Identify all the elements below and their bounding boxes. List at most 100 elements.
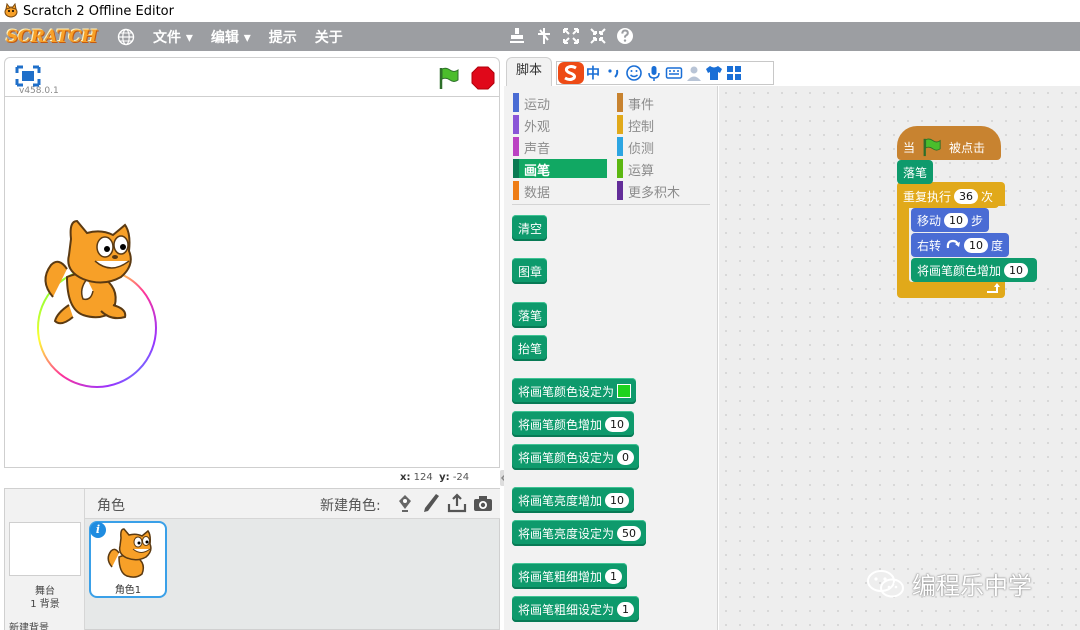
menu-bar: SCRATCH 文件 ▾ 编辑 ▾ 提示 关于: [0, 22, 1080, 51]
version-label: v458.0.1: [19, 86, 59, 96]
sprite-panel: 舞台 1 背景 新建背景 角色 新建角色: i 角色1: [4, 488, 500, 630]
scratch-logo[interactable]: SCRATCH: [6, 27, 97, 47]
shrink-icon[interactable]: [589, 26, 607, 46]
stage-selector[interactable]: 舞台 1 背景 新建背景: [5, 489, 85, 630]
category-label: 声音: [524, 142, 551, 157]
pen-color-change-input[interactable]: 10: [1004, 262, 1029, 278]
microphone-icon[interactable]: [645, 64, 663, 82]
ime-language[interactable]: 中: [586, 63, 600, 83]
block-label: 落笔: [518, 308, 543, 323]
paint-new-sprite-icon[interactable]: [421, 492, 441, 514]
block-set-pen-size[interactable]: 将画笔粗细设定为 1: [512, 596, 640, 622]
category-color-bar: [617, 93, 623, 112]
stage-thumbnail[interactable]: [9, 522, 81, 576]
menu-tips[interactable]: 提示: [269, 27, 297, 47]
script-area[interactable]: 当 被点击 落笔 重复执行 36 次 移动 10 步 右转 10 度 将画笔颜色…: [719, 86, 1080, 630]
keyboard-icon[interactable]: [665, 64, 683, 82]
block-number-input[interactable]: 50: [617, 525, 642, 541]
block-label: 将画笔亮度增加: [518, 493, 603, 508]
category-motion[interactable]: 运动: [513, 93, 607, 113]
stage-canvas[interactable]: [4, 96, 500, 468]
block-label: 将画笔颜色设定为: [518, 384, 615, 399]
category-more-blocks[interactable]: 更多积木: [617, 181, 711, 201]
when-flag-clicked-block[interactable]: 当 被点击: [897, 126, 1001, 160]
rotate-clockwise-icon: [946, 239, 961, 249]
block-change-pen-color[interactable]: 将画笔颜色增加 10: [512, 411, 635, 437]
repeat-count-input[interactable]: 36: [954, 188, 979, 204]
block-label: 落笔: [903, 165, 928, 180]
block-number-input[interactable]: 1: [605, 568, 623, 584]
block-number-input[interactable]: 0: [617, 449, 635, 465]
loop-arrow-icon: [987, 283, 1000, 293]
color-swatch[interactable]: [617, 384, 632, 398]
turn-degrees-input[interactable]: 10: [964, 237, 989, 253]
choose-sprite-from-library-icon[interactable]: [395, 492, 415, 514]
block-label: 将画笔粗细设定为: [518, 602, 615, 617]
block-set-pen-shade[interactable]: 将画笔亮度设定为 50: [512, 520, 647, 546]
stop-sign-icon[interactable]: [471, 66, 495, 90]
block-stamp[interactable]: 图章: [512, 258, 548, 284]
category-color-bar: [513, 137, 519, 156]
category-control[interactable]: 控制: [617, 115, 711, 135]
info-icon[interactable]: i: [90, 522, 106, 538]
block-label: 抬笔: [518, 341, 543, 356]
category-sound[interactable]: 声音: [513, 137, 607, 157]
new-backdrop-label: 新建背景: [9, 623, 49, 630]
category-pen[interactable]: 画笔: [513, 159, 607, 179]
block-number-input[interactable]: 10: [605, 416, 630, 432]
cat-thumbnail: [107, 528, 152, 578]
block-number-input[interactable]: 1: [617, 601, 635, 617]
repeat-block[interactable]: 重复执行 36 次: [897, 184, 1000, 208]
wechat-icon: [867, 569, 904, 597]
category-label: 运算: [628, 164, 655, 179]
toolbox-grid-icon[interactable]: [725, 64, 743, 82]
duplicate-stamp-icon[interactable]: [508, 26, 526, 46]
category-color-bar: [513, 93, 519, 112]
block-pen-up[interactable]: 抬笔: [512, 335, 548, 361]
scratch-cat-icon: [4, 3, 18, 18]
green-flag-icon[interactable]: [437, 66, 461, 90]
emoji-icon[interactable]: [625, 64, 643, 82]
category-looks[interactable]: 外观: [513, 115, 607, 135]
window-title: Scratch 2 Offline Editor: [23, 3, 174, 19]
upload-sprite-icon[interactable]: [447, 492, 467, 514]
block-pen-down[interactable]: 落笔: [512, 302, 548, 328]
sogou-ime-logo-icon[interactable]: [557, 61, 585, 85]
menu-edit[interactable]: 编辑 ▾: [211, 27, 251, 47]
block-set-pen-color-to-swatch[interactable]: 将画笔颜色设定为: [512, 378, 637, 404]
block-label: 步: [971, 213, 984, 228]
menu-about[interactable]: 关于: [315, 27, 343, 47]
category-events[interactable]: 事件: [617, 93, 711, 113]
category-color-bar: [617, 159, 623, 178]
sprite-tile-sprite1[interactable]: i 角色1: [89, 521, 167, 598]
help-icon[interactable]: [616, 26, 634, 46]
cut-scissors-icon[interactable]: [535, 26, 553, 46]
camera-icon[interactable]: [473, 492, 493, 514]
block-label: 图章: [518, 264, 543, 279]
category-label: 更多积木: [628, 186, 681, 201]
backdrop-count: 1 背景: [30, 599, 60, 610]
mouse-coordinates: x: 124 y: -24: [400, 472, 469, 483]
grow-icon[interactable]: [562, 26, 580, 46]
category-sensing[interactable]: 侦测: [617, 137, 711, 157]
category-operators[interactable]: 运算: [617, 159, 711, 179]
skin-shirt-icon[interactable]: [705, 64, 723, 82]
category-data[interactable]: 数据: [513, 181, 607, 201]
language-globe-icon[interactable]: [117, 28, 135, 46]
menu-file[interactable]: 文件 ▾: [153, 27, 193, 47]
fullscreen-icon[interactable]: [15, 65, 41, 87]
block-clear[interactable]: 清空: [512, 215, 548, 241]
tab-scripts[interactable]: 脚本: [506, 57, 552, 87]
move-steps-input[interactable]: 10: [944, 212, 969, 228]
punctuation-icon[interactable]: [605, 64, 623, 82]
block-change-pen-shade[interactable]: 将画笔亮度增加 10: [512, 487, 635, 513]
pen-down-block[interactable]: 落笔: [897, 160, 934, 184]
block-set-pen-color-to-number[interactable]: 将画笔颜色设定为 0: [512, 444, 640, 470]
turn-right-block[interactable]: 右转 10 度: [911, 233, 1010, 257]
category-label: 外观: [524, 120, 551, 135]
block-change-pen-size[interactable]: 将画笔粗细增加 1: [512, 563, 628, 589]
change-pen-color-block[interactable]: 将画笔颜色增加 10: [911, 258, 1038, 282]
block-number-input[interactable]: 10: [605, 492, 630, 508]
move-steps-block[interactable]: 移动 10 步: [911, 208, 990, 232]
user-icon[interactable]: [685, 64, 703, 82]
